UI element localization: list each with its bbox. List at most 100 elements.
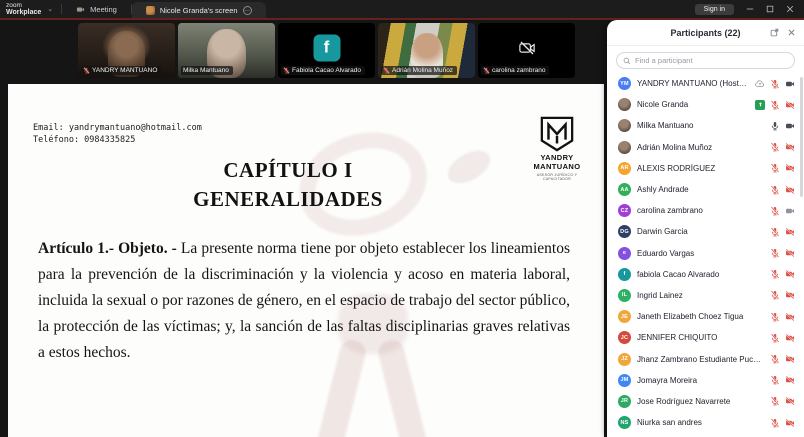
titlebar-right: Sign in: [695, 0, 804, 18]
more-options-icon[interactable]: …: [243, 6, 252, 15]
cam-off-icon: [785, 290, 795, 300]
scrollbar[interactable]: [800, 77, 803, 197]
avatar-initials: e: [618, 247, 631, 260]
participant-row[interactable]: ILIngrid Lainez: [607, 285, 804, 306]
mic-off-icon: [770, 227, 780, 237]
participant-row[interactable]: ARALEXIS RODRÍGUEZ: [607, 158, 804, 179]
video-tile[interactable]: Adrián Molina Muñoz: [378, 23, 475, 78]
participant-name: Fabiola Cacao Alvarado: [292, 67, 361, 74]
participant-row[interactable]: YMYANDRY MANTUANO (Host, me): [607, 73, 804, 94]
mic-off-icon: [770, 290, 780, 300]
sign-in-button[interactable]: Sign in: [695, 4, 734, 15]
app-name-line1: zoom: [6, 2, 41, 9]
avatar-initials: JE: [618, 310, 631, 323]
mic-off-icon: [770, 375, 780, 385]
cloud-icon: [755, 79, 765, 89]
avatar-initials: JM: [618, 374, 631, 387]
video-tile[interactable]: fFabiola Cacao Alvarado: [278, 23, 375, 78]
mic-off-icon: [770, 79, 780, 89]
app-menu[interactable]: zoom Workplace ⌄: [0, 0, 61, 18]
participant-row[interactable]: JCJENNIFER CHIQUITO: [607, 327, 804, 348]
chapter-title: CAPÍTULO I: [8, 158, 568, 183]
avatar-initials: IL: [618, 289, 631, 302]
avatar-photo: [618, 141, 631, 154]
search-wrap: [607, 46, 804, 73]
search-box[interactable]: [616, 52, 795, 69]
search-icon: [623, 57, 631, 65]
participant-name: Milka Mantuano: [637, 121, 764, 130]
zoom-window: zoom Workplace ⌄ Meeting Nicole Granda's…: [0, 0, 804, 437]
chevron-down-icon[interactable]: ⌄: [47, 5, 53, 13]
status-icons: [770, 121, 795, 131]
cam-off-icon: [785, 142, 795, 152]
participant-row[interactable]: DG Darwin Garcia: [607, 221, 804, 242]
mic-on-icon: [770, 121, 780, 131]
popout-panel-icon[interactable]: [770, 24, 779, 42]
video-strip: YANDRY MANTUANO Milka MantuanofFabiola Ca…: [0, 20, 604, 82]
close-panel-icon[interactable]: [787, 24, 796, 42]
tab-screen-label: Nicole Granda's screen: [160, 6, 238, 15]
share-screen-icon: [755, 100, 765, 110]
participant-name: YANDRY MANTUANO: [92, 67, 157, 74]
contact-phone: Teléfono: 0984335825: [33, 134, 202, 146]
mic-off-icon: [770, 100, 780, 110]
article-text: La presente norma tiene por objeto estab…: [38, 240, 570, 361]
participant-row[interactable]: ffabiola Cacao Alvarado: [607, 264, 804, 285]
video-tile[interactable]: carolina zambrano: [478, 23, 575, 78]
mic-off-icon: [770, 396, 780, 406]
close-button[interactable]: [786, 5, 794, 13]
participant-row[interactable]: Milka Mantuano: [607, 115, 804, 136]
participant-name: Jose Rodríguez Navarrete: [637, 397, 764, 406]
tile-name-label: Adrián Molina Muñoz: [381, 66, 457, 75]
participant-name: JENNIFER CHIQUITO: [637, 333, 764, 342]
maximize-button[interactable]: [766, 5, 774, 13]
logo-tagline: ASESOR JURÍDICO Y CAPACITADOR: [525, 173, 589, 181]
participant-name: Eduardo Vargas: [637, 249, 764, 258]
mic-off-icon: [770, 354, 780, 364]
camera-off-icon: [518, 39, 536, 57]
tab-meeting[interactable]: Meeting: [62, 0, 131, 18]
participant-row[interactable]: JRJose Rodríguez Navarrete: [607, 391, 804, 412]
tab-screen-share[interactable]: Nicole Granda's screen …: [132, 2, 266, 18]
avatar-initials: NS: [618, 416, 631, 429]
participant-row[interactable]: NSNiurka san andres: [607, 412, 804, 433]
video-tile[interactable]: YANDRY MANTUANO: [78, 23, 175, 78]
participants-list: YMYANDRY MANTUANO (Host, me)Nicole Grand…: [607, 73, 804, 437]
participant-row[interactable]: Nicole Granda: [607, 94, 804, 115]
yandry-mantuano-logo: YANDRY MANTUANO ASESOR JURÍDICO Y CAPACI…: [525, 116, 589, 181]
cam-on-icon: [785, 79, 795, 89]
participant-name: Darwin Garcia: [637, 227, 764, 236]
participant-row[interactable]: JEJaneth Elizabeth Choez Tigua: [607, 306, 804, 327]
participant-row[interactable]: JZJhanz Zambrano Estudiante Pucem: [607, 348, 804, 369]
status-icons: [770, 354, 795, 364]
minimize-button[interactable]: [746, 5, 754, 13]
participant-row[interactable]: Adrián Molina Muñoz: [607, 137, 804, 158]
participant-row[interactable]: CZcarolina zambrano: [607, 200, 804, 221]
cam-gray-icon: [785, 206, 795, 216]
contact-block: Email: yandrymantuano@hotmail.com Teléfo…: [33, 122, 202, 146]
participant-row[interactable]: JMJomayra Moreira: [607, 370, 804, 391]
participant-name: Ashly Andrade: [637, 185, 764, 194]
participants-header: Participants (22): [607, 20, 804, 46]
participant-name: Jhanz Zambrano Estudiante Pucem: [637, 355, 764, 364]
status-icons: [770, 142, 795, 152]
chapter-subtitle: GENERALIDADES: [8, 187, 568, 212]
tile-name-label: carolina zambrano: [481, 66, 549, 75]
shield-monogram-icon: [538, 116, 576, 152]
avatar-initials: DG: [618, 225, 631, 238]
participant-row[interactable]: AAAshly Andrade: [607, 179, 804, 200]
cam-on-icon: [785, 121, 795, 131]
screen-share-thumbnail: [146, 6, 155, 15]
mic-off-icon: [770, 163, 780, 173]
article-label: Artículo 1.- Objeto. -: [38, 240, 181, 257]
status-icons: [770, 333, 795, 343]
participant-name: Adrián Molina Muñoz: [392, 67, 453, 74]
avatar-initials: f: [618, 268, 631, 281]
cam-off-icon: [785, 248, 795, 258]
status-icons: [770, 206, 795, 216]
video-tile[interactable]: Milka Mantuano: [178, 23, 275, 78]
tile-name-label: YANDRY MANTUANO: [81, 66, 161, 75]
participant-row[interactable]: e Eduardo Vargas: [607, 243, 804, 264]
search-input[interactable]: [635, 56, 788, 65]
cam-off-icon: [785, 185, 795, 195]
